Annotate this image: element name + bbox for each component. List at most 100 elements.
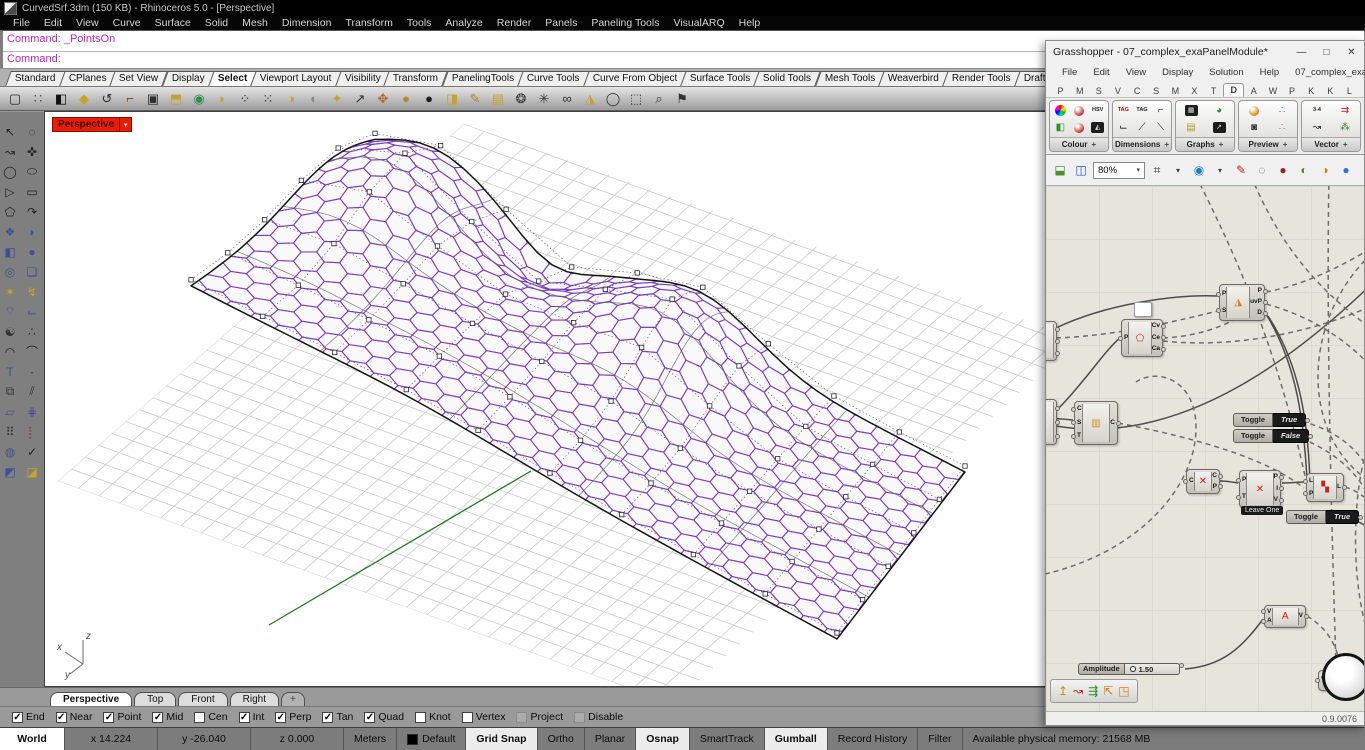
gh-tab-l-15[interactable]: L [1340, 85, 1359, 97]
boolean-icon[interactable]: ☯ [0, 322, 20, 341]
gh-tab-p-0[interactable]: P [1051, 85, 1070, 97]
gradient-sphere-icon[interactable]: ◐ [303, 89, 325, 108]
status-pane-ortho[interactable]: Ortho [538, 728, 585, 750]
canvas-compass-widget[interactable] [1322, 653, 1364, 701]
osnap-perp-checkbox[interactable]: ✓ [275, 712, 286, 723]
view-tab-front[interactable]: Front [178, 692, 227, 706]
egg-icon[interactable]: ● [395, 89, 417, 108]
osnap-disable-checkbox[interactable] [574, 712, 585, 723]
osnap-project-checkbox[interactable] [516, 712, 527, 723]
status-pane-osnap[interactable]: Osnap [636, 728, 690, 750]
polyline-dim-icon[interactable]: ⌐ [1154, 105, 1168, 117]
gh-tab-k-13[interactable]: K [1302, 85, 1321, 97]
box-widget-icon[interactable]: ◳ [1118, 684, 1129, 698]
boolean-toggle-1[interactable]: ToggleTrue [1233, 413, 1310, 427]
osnap-tan-checkbox[interactable]: ✓ [322, 712, 333, 723]
control-point-curve-icon[interactable]: ✜ [22, 142, 42, 161]
array-linear-icon[interactable]: ⡇ [22, 422, 42, 441]
red-arrows-icon[interactable]: ⇉ [1338, 105, 1352, 117]
grasshopper-canvas[interactable]: ↥↝⇶⇱◳ PS◮PuvPDP⬠CvCeCaCST▥CC✕CPPT✕PIVLea… [1046, 186, 1364, 711]
ellipse-icon[interactable]: ⬭ [22, 162, 42, 181]
open-file-icon[interactable]: ⬓ [1051, 161, 1069, 179]
new-file-icon[interactable]: ▢ [4, 89, 26, 108]
add-viewport-tab[interactable]: + [281, 692, 305, 706]
surface-bend-icon[interactable]: ◗ [22, 222, 42, 241]
gh-tab-d-9[interactable]: D [1223, 83, 1244, 97]
gh-panel-colour-expand[interactable]: + [1092, 140, 1097, 149]
polygon-icon[interactable]: ⬠ [0, 202, 20, 221]
hatch-icon[interactable]: ⫽ [22, 382, 42, 401]
point-tool-icon[interactable]: ∙ [22, 362, 42, 381]
osnap-cen-checkbox[interactable] [194, 712, 205, 723]
units-display[interactable]: Meters [344, 728, 397, 750]
orange-select-icon[interactable]: ◑ [1316, 161, 1334, 179]
open-surface-icon[interactable]: ◗ [211, 89, 233, 108]
legend-icon[interactable]: ▤ [1184, 122, 1198, 134]
move-icon[interactable]: ✥ [372, 89, 394, 108]
view-tab-top[interactable]: Top [134, 692, 176, 706]
minimize-button[interactable]: — [1289, 41, 1314, 63]
torus-icon[interactable]: ◎ [0, 262, 20, 281]
osnap-disable[interactable]: Disable [574, 711, 623, 723]
gh-menu-display[interactable]: Display [1154, 67, 1201, 78]
toolbar-tab-weaverbird[interactable]: Weaverbird [878, 71, 948, 86]
osnap-vertex-checkbox[interactable] [462, 712, 473, 723]
box-icon[interactable]: ◧ [0, 242, 20, 261]
green-cube-icon[interactable]: ◧ [1053, 122, 1067, 134]
diag2-dim-icon[interactable]: ⟍ [1154, 122, 1168, 134]
menu-surface[interactable]: Surface [148, 17, 198, 29]
menu-solid[interactable]: Solid [198, 17, 235, 29]
menu-mesh[interactable]: Mesh [235, 17, 275, 29]
menu-render[interactable]: Render [490, 17, 538, 29]
viewport-title-chip[interactable]: Perspective ▾ [52, 117, 132, 132]
zoom-select[interactable]: 80%▾ [1093, 162, 1145, 179]
osnap-knot-checkbox[interactable] [415, 712, 426, 723]
gold-box-icon[interactable]: ⬒ [165, 89, 187, 108]
toolbar-tab-visibility[interactable]: Visibility [335, 71, 390, 86]
red-sphere-icon[interactable] [1074, 106, 1084, 116]
circle-icon[interactable]: ◯ [0, 162, 20, 181]
caret3-icon[interactable]: ▾ [1358, 161, 1365, 179]
pen-icon[interactable]: ✎ [464, 89, 486, 108]
egg-preview-icon[interactable] [1249, 106, 1259, 116]
dots-blue-icon[interactable]: ∴ [1275, 105, 1289, 117]
blend-curve-icon[interactable]: ◠ [0, 342, 20, 361]
viewport-menu-caret-icon[interactable]: ▾ [119, 118, 131, 131]
chamfer-icon[interactable]: ⌙ [22, 302, 42, 321]
line-graph-icon[interactable]: ↗ [1213, 122, 1226, 133]
sphere-icon[interactable]: ● [22, 242, 42, 261]
toolbar-tab-solid-tools[interactable]: Solid Tools [754, 71, 822, 86]
toggle-value[interactable]: False [1273, 429, 1309, 443]
preview-eye-icon[interactable]: ◉ [1190, 161, 1208, 179]
osnap-point-checkbox[interactable]: ✓ [103, 712, 114, 723]
magnify-icon[interactable]: ⌕ [648, 89, 670, 108]
circle-tool-icon[interactable]: ◯ [602, 89, 624, 108]
check-icon[interactable]: ✓ [22, 442, 42, 461]
colour-wheel-icon[interactable] [1055, 105, 1066, 116]
osnap-knot[interactable]: Knot [415, 711, 451, 723]
dots-pink-icon[interactable]: ∴ [1275, 122, 1289, 134]
hsv-icon[interactable]: HSV [1091, 105, 1105, 117]
menu-visualarq[interactable]: VisualARQ [666, 17, 731, 29]
gh-menu-solution[interactable]: Solution [1201, 67, 1251, 78]
plane-icon[interactable]: ▱ [0, 402, 20, 421]
menu-file[interactable]: File [6, 17, 37, 29]
menu-help[interactable]: Help [732, 17, 768, 29]
osnap-point[interactable]: ✓Point [103, 711, 141, 723]
points-display-icon[interactable]: ∷ [27, 89, 49, 108]
diag-dim-icon[interactable]: ⟋ [1135, 122, 1149, 134]
toolbar-tab-select[interactable]: Select [208, 71, 257, 86]
toolbar-tab-panelingtools[interactable]: PanelingTools [442, 71, 524, 86]
gh-tab-m-6[interactable]: M [1166, 85, 1185, 97]
segment-dim-icon[interactable]: ⌙ [1116, 122, 1130, 134]
toolbar-tab-mesh-tools[interactable]: Mesh Tools [815, 71, 885, 86]
explode-icon[interactable]: ✶ [0, 282, 20, 301]
cplane-selector[interactable]: World [0, 728, 65, 750]
osnap-int[interactable]: ✓Int [239, 711, 265, 723]
amplitude-slider[interactable]: Amplitude1.50 [1078, 663, 1184, 675]
toolbar-tab-cplanes[interactable]: CPlanes [59, 71, 116, 86]
layer-selector[interactable]: Default [397, 728, 466, 750]
osnap-end[interactable]: ✓End [12, 711, 45, 723]
shaded-view-icon[interactable]: ◆ [73, 89, 95, 108]
gh-component-cull-duplicates[interactable]: PT✕PIV [1239, 470, 1281, 508]
